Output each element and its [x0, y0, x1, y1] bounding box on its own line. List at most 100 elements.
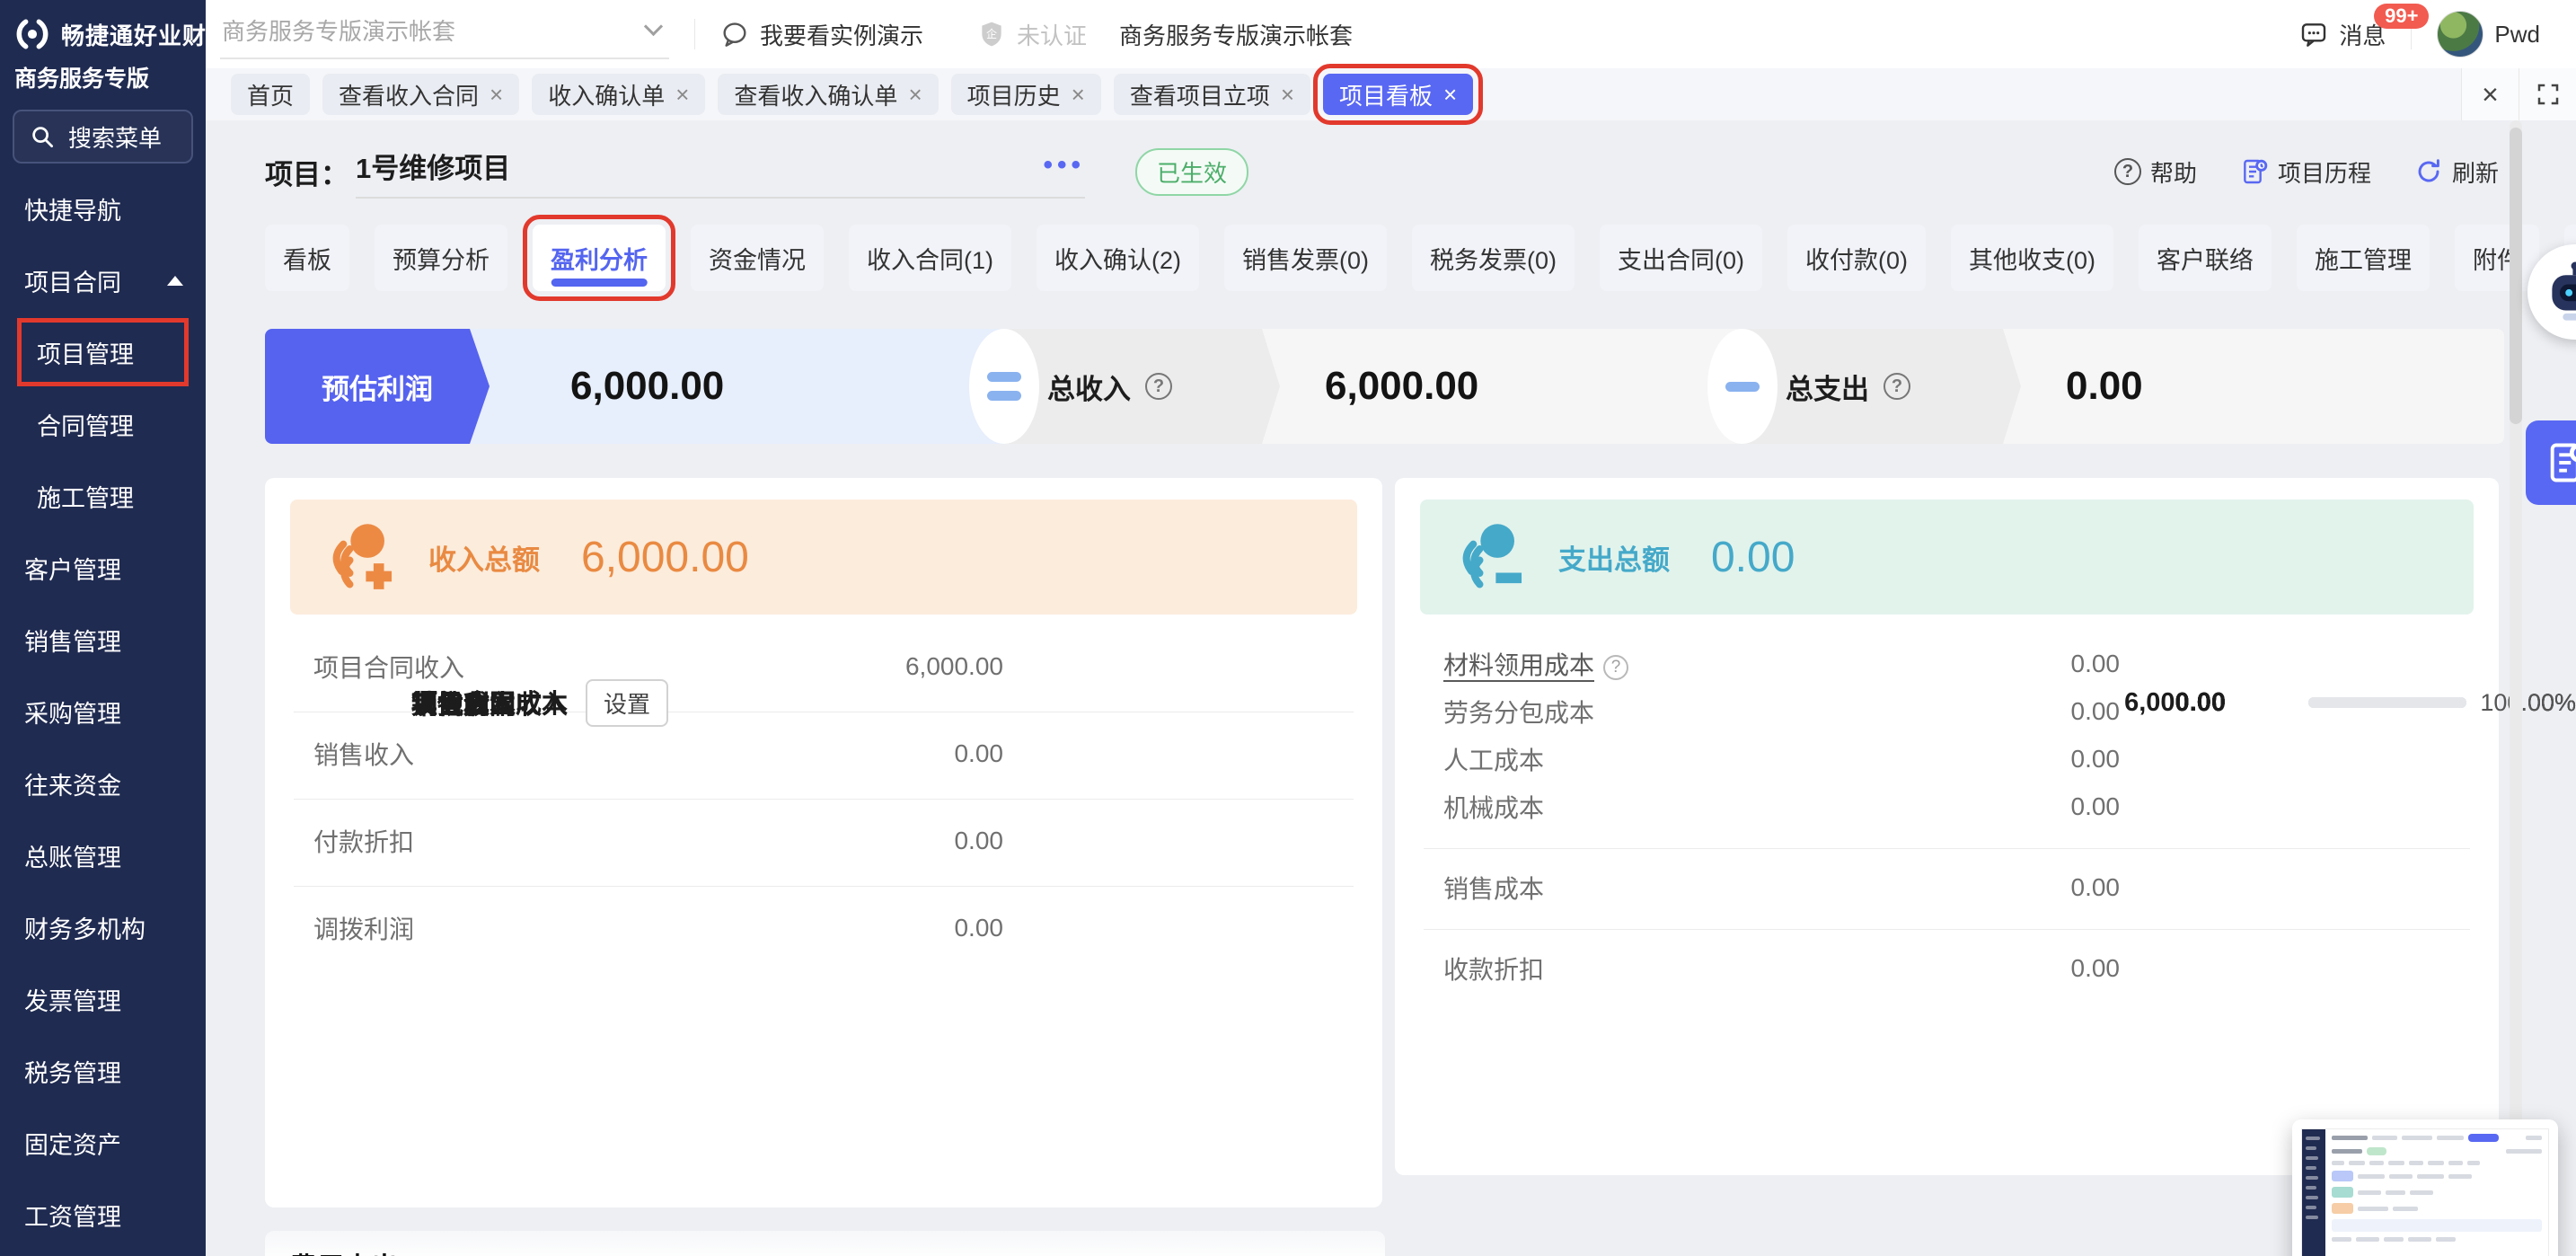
- messages-badge: 99+: [2374, 4, 2429, 29]
- tab-label: 查看项目立项: [1130, 78, 1270, 111]
- sidebar-item-label: 快捷导航: [24, 191, 121, 226]
- close-tab-icon[interactable]: ×: [1281, 83, 1294, 106]
- expense-rows: 项目合同成本设置0.000%材料领用成本?0.00劳务分包成本0.00人工成本0…: [1420, 615, 2474, 999]
- tabbar: 首页查看收入合同×收入确认单×查看收入确认单×项目历史×查看项目立项×项目看板×…: [206, 68, 2576, 120]
- brand-edition: 商务服务专版: [0, 54, 206, 93]
- demo-link[interactable]: 我要看实例演示: [720, 18, 923, 51]
- account-name: 商务服务专版演示帐套: [1119, 18, 1353, 51]
- detail-label: 调拨利润: [313, 915, 414, 943]
- coins-plus-icon: [322, 518, 400, 596]
- tab-label: 首页: [247, 78, 294, 111]
- sidebar-item-客户管理[interactable]: 客户管理: [15, 532, 190, 604]
- sidebar-item-项目管理[interactable]: 项目管理: [15, 316, 190, 388]
- close-tab-icon[interactable]: ×: [1443, 83, 1457, 106]
- project-history-float-button[interactable]: [2526, 420, 2576, 505]
- sidebar-item-合同管理[interactable]: 合同管理: [15, 388, 190, 460]
- detail-label: 付款折扣: [313, 828, 414, 856]
- menu-search-input[interactable]: 搜索菜单: [13, 110, 193, 164]
- minus-icon: [1707, 329, 1778, 444]
- sidebar-item-发票管理[interactable]: 发票管理: [15, 963, 190, 1035]
- summary-row: 其他支出0.000%: [411, 120, 2576, 1256]
- sidebar-item-财务多机构[interactable]: 财务多机构: [15, 891, 190, 963]
- tab-项目看板[interactable]: 项目看板×: [1323, 74, 1473, 115]
- scrollbar[interactable]: [2510, 120, 2522, 1256]
- subtab-label: 看板: [283, 241, 331, 276]
- sidebar-item-快捷导航[interactable]: 快捷导航: [15, 172, 190, 244]
- equals-icon: [969, 329, 1039, 444]
- close-tab-icon[interactable]: ×: [490, 83, 503, 106]
- sidebar-item-label: 发票管理: [24, 982, 121, 1017]
- tab-tools: ×: [2461, 68, 2576, 120]
- tab-label: 查看收入确认单: [734, 78, 897, 111]
- tab-查看项目立项[interactable]: 查看项目立项 ×: [1114, 74, 1310, 115]
- account-selector[interactable]: 商务服务专版演示帐套: [220, 10, 669, 59]
- tab-查看收入确认单[interactable]: 查看收入确认单 ×: [718, 74, 938, 115]
- panels: 收入总额 6,000.00 项目合同收入6,000.00100.00%项目合同收…: [265, 478, 2499, 1207]
- sidebar-item-采购管理[interactable]: 采购管理: [15, 676, 190, 747]
- sidebar-item-label: 采购管理: [24, 694, 121, 730]
- tab-label: 查看收入合同: [339, 78, 479, 111]
- brand-logo-icon: [13, 14, 52, 54]
- sidebar-item-label: 客户管理: [24, 551, 121, 586]
- main-area: 商务服务专版演示帐套 我要看实例演示 企 未认证 商务服务专版演示帐套: [206, 0, 2576, 1256]
- brand: 畅捷通好业财: [0, 0, 206, 54]
- messages-button[interactable]: 消息 99+: [2299, 18, 2386, 51]
- close-tab-icon[interactable]: ×: [675, 83, 689, 106]
- sidebar-item-label: 合同管理: [37, 407, 134, 442]
- tab-查看收入合同[interactable]: 查看收入合同 ×: [322, 74, 519, 115]
- demo-link-label: 我要看实例演示: [760, 18, 923, 51]
- sidebar-item-总账管理[interactable]: 总账管理: [15, 819, 190, 891]
- close-tab-icon[interactable]: ×: [908, 83, 922, 106]
- close-tab-icon[interactable]: ×: [1072, 83, 1085, 106]
- scrollbar-thumb[interactable]: [2510, 128, 2522, 424]
- sidebar-item-往来资金[interactable]: 往来资金: [15, 747, 190, 819]
- account-name-label: 商务服务专版演示帐套: [1119, 18, 1353, 51]
- sidebar-item-label: 项目合同: [24, 263, 121, 298]
- shield-icon: 企: [977, 20, 1006, 49]
- message-bubble-icon: [2299, 20, 2328, 49]
- certification-status[interactable]: 企 未认证: [977, 18, 1087, 51]
- avatar: [2437, 11, 2483, 57]
- user-name-label: Pwd: [2494, 21, 2540, 49]
- sidebar-item-label: 税务管理: [24, 1054, 121, 1089]
- sidebar-item-label: 施工管理: [37, 479, 134, 514]
- expense-panel: 支出总额 0.00 项目合同成本设置0.000%材料领用成本?0.00劳务分包成…: [1395, 478, 2499, 1175]
- user-menu[interactable]: Pwd: [2437, 11, 2540, 57]
- sidebar-item-税务管理[interactable]: 税务管理: [15, 1035, 190, 1107]
- sidebar-item-label: 财务多机构: [24, 910, 146, 945]
- panel-group: 其他支出0.000%收款折扣0.00: [1424, 929, 2470, 999]
- sidebar-item-label: 总账管理: [24, 838, 121, 873]
- sidebar: 畅捷通好业财 商务服务专版 搜索菜单 快捷导航项目合同项目管理合同管理施工管理客…: [0, 0, 206, 1256]
- progress-bar: [2308, 697, 2466, 708]
- row-value: 0.00: [2037, 688, 2226, 718]
- mini-content: [2325, 1129, 2548, 1256]
- search-icon: [29, 123, 56, 150]
- subtab-看板[interactable]: 看板: [265, 225, 349, 291]
- tab-label: 项目历史: [967, 78, 1061, 111]
- tab-label: 收入确认单: [548, 78, 665, 111]
- row-label-cell: 其他支出: [411, 684, 2037, 721]
- history-doc-icon: [2545, 439, 2576, 486]
- sidebar-item-项目合同[interactable]: 项目合同: [15, 244, 190, 316]
- tab-项目历史[interactable]: 项目历史 ×: [951, 74, 1101, 115]
- sidebar-item-工资管理[interactable]: 工资管理: [15, 1179, 190, 1251]
- progress-cell: [2226, 697, 2466, 708]
- certification-label: 未认证: [1017, 18, 1087, 51]
- collapse-caret-icon[interactable]: [167, 276, 183, 286]
- chevron-down-icon: [644, 16, 663, 35]
- sidebar-item-label: 工资管理: [24, 1198, 121, 1233]
- content: 项目： 1号维修项目 ••• 已生效 ? 帮助: [206, 120, 2576, 1256]
- robot-icon: [2538, 255, 2576, 329]
- close-all-tabs-button[interactable]: ×: [2461, 68, 2519, 120]
- sidebar-item-施工管理[interactable]: 施工管理: [15, 460, 190, 532]
- sidebar-item-label: 项目管理: [37, 335, 134, 370]
- tab-strip: 首页查看收入合同×收入确认单×查看收入确认单×项目历史×查看项目立项×项目看板×: [231, 74, 1473, 115]
- tab-收入确认单[interactable]: 收入确认单 ×: [532, 74, 705, 115]
- screen-preview-thumbnail[interactable]: [2292, 1119, 2558, 1256]
- sidebar-item-固定资产[interactable]: 固定资产: [15, 1107, 190, 1179]
- account-selector-value: 商务服务专版演示帐套: [222, 13, 455, 47]
- tab-首页[interactable]: 首页: [231, 74, 310, 115]
- sidebar-item-销售管理[interactable]: 销售管理: [15, 604, 190, 676]
- fullscreen-button[interactable]: [2519, 68, 2576, 120]
- sidebar-item-label: 固定资产: [24, 1126, 121, 1161]
